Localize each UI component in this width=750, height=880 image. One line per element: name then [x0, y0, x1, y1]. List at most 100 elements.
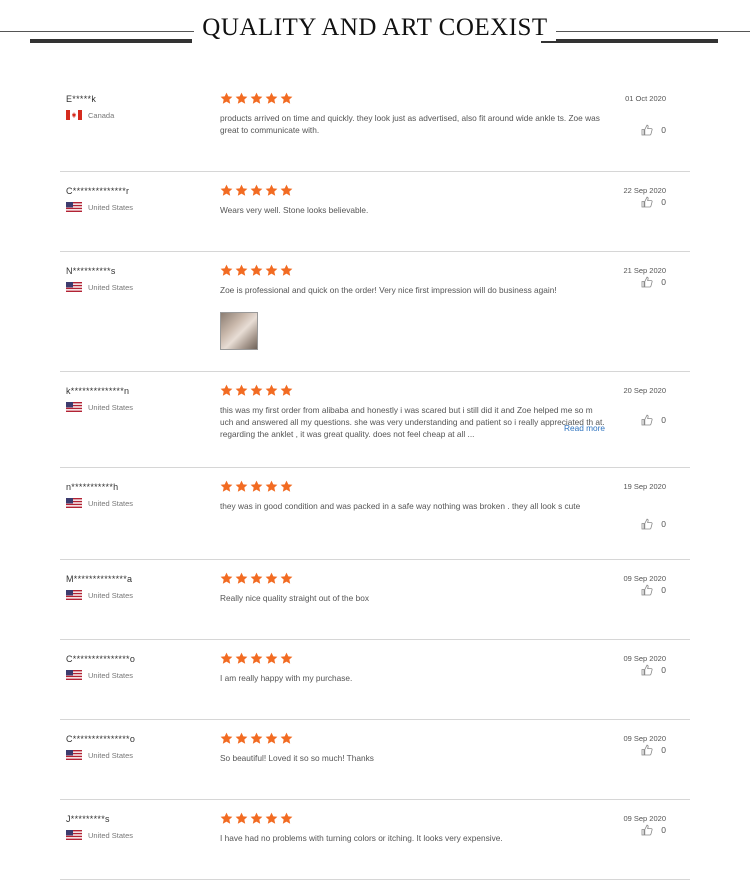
- like-count: 0: [661, 519, 666, 529]
- reviewer-name: k**************n: [66, 386, 130, 396]
- reviewer-name: M**************a: [66, 574, 133, 584]
- review-text: Really nice quality straight out of the …: [220, 593, 369, 603]
- review-item: C***************o United States I am reall…: [60, 640, 690, 720]
- like-button[interactable]: 0: [641, 414, 666, 426]
- star-icon: [280, 652, 293, 664]
- review-content: Zoe is professional and quick on the ord…: [220, 264, 605, 296]
- review-content: this was my first order from alibaba and…: [220, 384, 605, 440]
- like-button[interactable]: 0: [641, 196, 666, 208]
- reviewer-name: E*****k: [66, 94, 97, 104]
- star-icon: [265, 384, 278, 396]
- rating-stars: [220, 264, 605, 277]
- thumbs-up-icon: [641, 124, 653, 136]
- star-icon: [220, 812, 233, 824]
- review-text: they was in good condition and was packe…: [220, 501, 581, 511]
- star-icon: [280, 184, 293, 196]
- reviewer-info: n***********h United States: [66, 482, 206, 508]
- star-icon: [220, 384, 233, 396]
- review-date: 09 Sep 2020: [623, 574, 666, 583]
- star-icon: [280, 812, 293, 824]
- reviewer-info: C***************o United States: [66, 734, 206, 760]
- us-flag-icon: [66, 830, 82, 840]
- page-title: QUALITY AND ART COEXIST: [0, 14, 750, 42]
- review-text: So beautiful! Loved it so so much! Thank…: [220, 753, 374, 763]
- star-icon: [235, 480, 248, 492]
- reviewer-country: Canada: [66, 110, 206, 120]
- star-icon: [280, 264, 293, 276]
- canada-flag-icon: [66, 110, 82, 120]
- review-photo-thumbnail[interactable]: [220, 312, 258, 350]
- like-button[interactable]: 0: [641, 518, 666, 530]
- us-flag-icon: [66, 498, 82, 508]
- review-date: 22 Sep 2020: [623, 186, 666, 195]
- like-button[interactable]: 0: [641, 824, 666, 836]
- star-icon: [280, 384, 293, 396]
- header-banner: QUALITY AND ART COEXIST: [0, 0, 750, 60]
- reviewer-name: C**************r: [66, 186, 130, 196]
- reviewer-country: United States: [66, 830, 206, 840]
- review-item: n***********h United States they was in go…: [60, 468, 690, 560]
- reviewer-country: United States: [66, 670, 206, 680]
- review-content: Really nice quality straight out of the …: [220, 572, 605, 604]
- star-icon: [265, 812, 278, 824]
- like-count: 0: [661, 197, 666, 207]
- like-button[interactable]: 0: [641, 584, 666, 596]
- like-button[interactable]: 0: [641, 664, 666, 676]
- reviewer-name: C***************o: [66, 654, 136, 664]
- reviewer-country: United States: [66, 750, 206, 760]
- star-icon: [235, 384, 248, 396]
- star-icon: [250, 184, 263, 196]
- review-text: products arrived on time and quickly. th…: [220, 113, 600, 135]
- reviewer-country: United States: [66, 590, 206, 600]
- star-icon: [265, 572, 278, 584]
- star-icon: [235, 732, 248, 744]
- star-icon: [250, 652, 263, 664]
- review-item: N**********s United States Zoe is professi…: [60, 252, 690, 372]
- like-count: 0: [661, 745, 666, 755]
- review-text: Wears very well. Stone looks believable.: [220, 205, 369, 215]
- country-label: United States: [88, 830, 134, 840]
- thumbs-up-icon: [641, 824, 653, 836]
- star-icon: [220, 652, 233, 664]
- reviewer-info: M**************a United States: [66, 574, 206, 600]
- rating-stars: [220, 480, 605, 493]
- star-icon: [265, 264, 278, 276]
- star-icon: [250, 732, 263, 744]
- star-icon: [220, 264, 233, 276]
- reviewer-name: C***************o: [66, 734, 136, 744]
- review-text: Zoe is professional and quick on the ord…: [220, 285, 557, 295]
- review-list: E*****k Canada products arrived on time an…: [60, 80, 690, 880]
- reviewer-name: n***********h: [66, 482, 119, 492]
- us-flag-icon: [66, 590, 82, 600]
- country-label: United States: [88, 498, 134, 508]
- like-button[interactable]: 0: [641, 744, 666, 756]
- like-count: 0: [661, 665, 666, 675]
- star-icon: [280, 572, 293, 584]
- rating-stars: [220, 572, 605, 585]
- like-button[interactable]: 0: [641, 276, 666, 288]
- review-item: C**************r United States Wears very …: [60, 172, 690, 252]
- review-content: I am really happy with my purchase.: [220, 652, 605, 684]
- country-label: United States: [88, 282, 134, 292]
- reviewer-info: C***************o United States: [66, 654, 206, 680]
- thumbs-up-icon: [641, 664, 653, 676]
- star-icon: [280, 92, 293, 104]
- review-item: E*****k Canada products arrived on time an…: [60, 80, 690, 172]
- star-icon: [250, 572, 263, 584]
- reviewer-country: United States: [66, 402, 206, 412]
- review-item: M**************a United States Really nice…: [60, 560, 690, 640]
- us-flag-icon: [66, 670, 82, 680]
- reviewer-country: United States: [66, 202, 206, 212]
- review-date: 09 Sep 2020: [623, 654, 666, 663]
- thumbs-up-icon: [641, 414, 653, 426]
- like-button[interactable]: 0: [641, 124, 666, 136]
- read-more-link[interactable]: Read more: [564, 423, 605, 433]
- review-text: this was my first order from alibaba and…: [220, 405, 605, 439]
- star-icon: [265, 184, 278, 196]
- review-content: So beautiful! Loved it so so much! Thank…: [220, 732, 605, 764]
- star-icon: [235, 572, 248, 584]
- star-icon: [235, 652, 248, 664]
- star-icon: [265, 92, 278, 104]
- review-date: 01 Oct 2020: [625, 94, 666, 103]
- review-date: 20 Sep 2020: [623, 386, 666, 395]
